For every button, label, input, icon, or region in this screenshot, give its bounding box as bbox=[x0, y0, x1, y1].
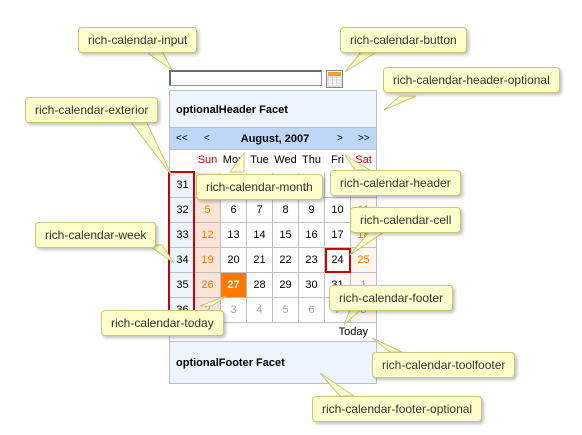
callout-calendar-header-optional: rich-calendar-header-optional bbox=[383, 67, 560, 93]
callout-calendar-button: rich-calendar-button bbox=[340, 27, 467, 53]
callout-calendar-cell: rich-calendar-cell bbox=[350, 207, 462, 233]
pointer-input bbox=[143, 50, 173, 71]
pointer-exterior bbox=[128, 120, 173, 177]
pointer-button bbox=[344, 50, 380, 73]
callout-calendar-exterior: rich-calendar-exterior bbox=[25, 97, 159, 123]
callout-calendar-footer: rich-calendar-footer bbox=[329, 285, 454, 311]
callout-calendar-toolfooter: rich-calendar-toolfooter bbox=[372, 352, 516, 378]
pointer-toolfooter bbox=[371, 337, 403, 353]
callout-calendar-footer-optional: rich-calendar-footer-optional bbox=[312, 396, 483, 422]
pointer-month bbox=[229, 151, 245, 173]
pointer-footer-optional bbox=[319, 372, 356, 397]
callout-calendar-week: rich-calendar-week bbox=[35, 222, 157, 248]
callout-calendar-input: rich-calendar-input bbox=[78, 27, 198, 53]
callout-calendar-header: rich-calendar-header bbox=[330, 170, 461, 196]
callout-calendar-today: rich-calendar-today bbox=[101, 310, 224, 336]
pointer-header-optional bbox=[383, 95, 417, 111]
callout-calendar-month: rich-calendar-month bbox=[196, 174, 323, 200]
pointer-today bbox=[199, 295, 227, 307]
pointer-header bbox=[344, 154, 372, 171]
pointer-cell bbox=[349, 231, 386, 256]
